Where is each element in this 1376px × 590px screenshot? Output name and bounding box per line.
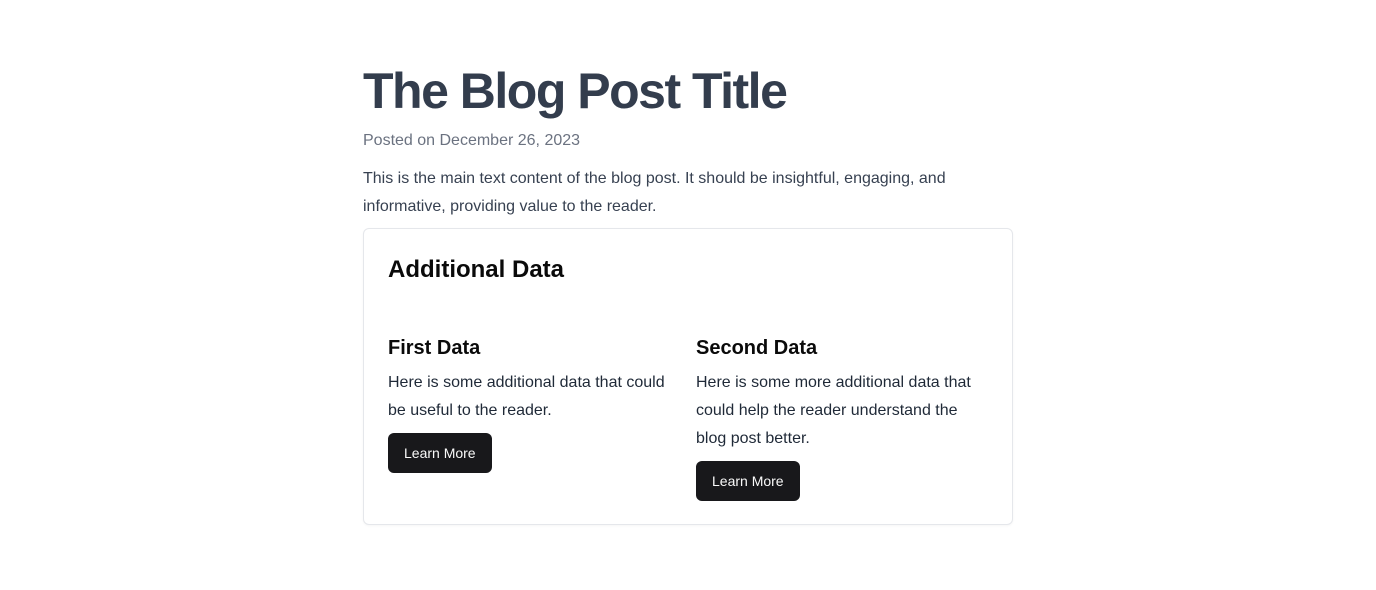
first-learn-more-button[interactable]: Learn More bbox=[388, 433, 492, 473]
blog-post: The Blog Post Title Posted on December 2… bbox=[363, 62, 1013, 221]
post-date: Posted on December 26, 2023 bbox=[363, 132, 581, 149]
second-data-section: Second Data Here is some more additional… bbox=[696, 335, 988, 501]
card-heading: Additional Data bbox=[388, 256, 565, 283]
second-learn-more-button[interactable]: Learn More bbox=[696, 461, 800, 501]
second-data-title: Second Data bbox=[696, 337, 818, 359]
post-title: The Blog Post Title bbox=[363, 63, 788, 119]
post-body: This is the main text content of the blo… bbox=[363, 170, 946, 215]
first-data-text: Here is some additional data that could … bbox=[388, 374, 665, 419]
additional-data-card: Additional Data First Data Here is some … bbox=[363, 228, 1013, 525]
first-data-title: First Data bbox=[388, 337, 481, 359]
first-data-section: First Data Here is some additional data … bbox=[388, 335, 680, 473]
second-data-text: Here is some more additional data that c… bbox=[696, 374, 971, 447]
